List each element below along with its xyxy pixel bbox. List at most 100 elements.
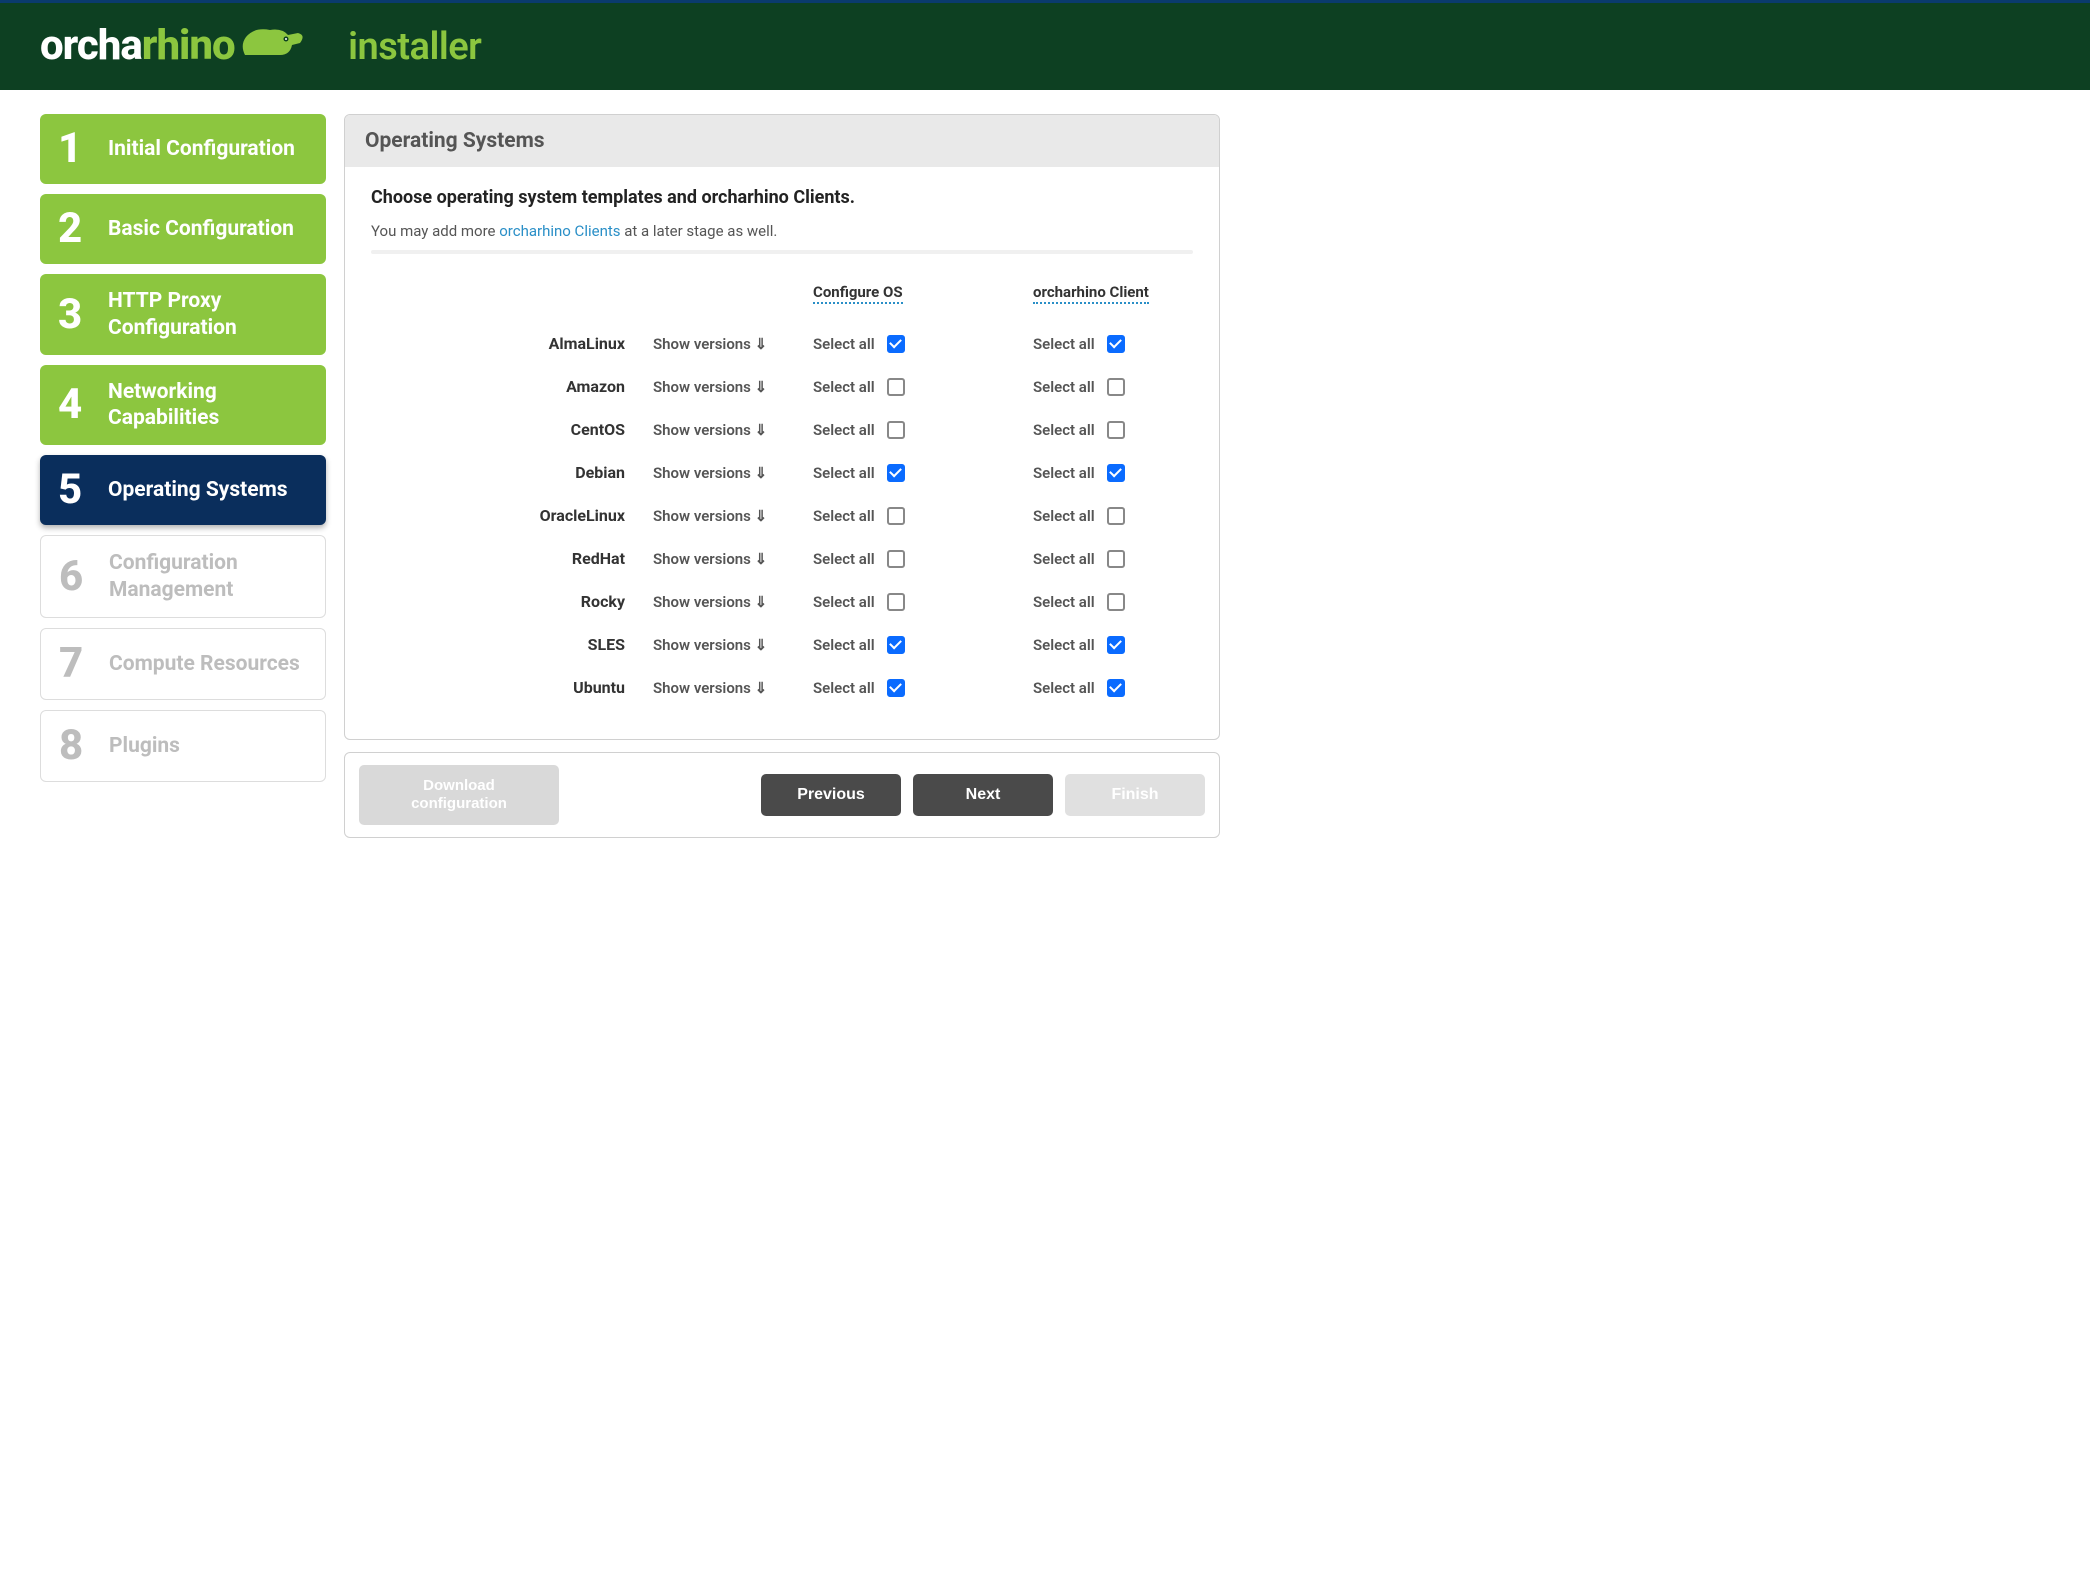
step-7: 7 Compute Resources — [40, 628, 326, 700]
main: Operating Systems Choose operating syste… — [344, 114, 1220, 838]
configure-os-checkbox[interactable] — [887, 550, 905, 568]
select-all-label: Select all — [813, 421, 875, 439]
select-all-label: Select all — [813, 507, 875, 525]
select-all-label: Select all — [813, 593, 875, 611]
configure-os-checkbox[interactable] — [887, 335, 905, 353]
subtext: You may add more orcharhino Clients at a… — [371, 222, 1193, 240]
previous-button[interactable]: Previous — [761, 774, 901, 816]
step-number: 7 — [59, 643, 95, 685]
orcharhino-client-cell: Select all — [1033, 679, 1193, 697]
show-versions-toggle[interactable]: Show versions ⇓ — [653, 335, 813, 353]
orcharhino-client-cell: Select all — [1033, 636, 1193, 654]
subtext-after: at a later stage as well. — [621, 222, 778, 240]
select-all-label: Select all — [1033, 507, 1095, 525]
select-all-label: Select all — [1033, 378, 1095, 396]
next-button[interactable]: Next — [913, 774, 1053, 816]
configure-os-cell: Select all — [813, 550, 1033, 568]
orcharhino-clients-link[interactable]: orcharhino Clients — [499, 222, 620, 240]
logo-part1: orcha — [40, 21, 142, 70]
configure-os-checkbox[interactable] — [887, 507, 905, 525]
step-label: Initial Configuration — [108, 136, 295, 162]
panel-body: Choose operating system templates and or… — [345, 167, 1219, 739]
step-label: HTTP Proxy Configuration — [108, 288, 308, 341]
os-row: OracleLinuxShow versions ⇓Select allSele… — [371, 494, 1193, 537]
os-name: Amazon — [371, 377, 653, 396]
orcharhino-client-cell: Select all — [1033, 378, 1193, 396]
configure-os-checkbox[interactable] — [887, 421, 905, 439]
orcharhino-client-checkbox[interactable] — [1107, 679, 1125, 697]
configure-os-checkbox[interactable] — [887, 679, 905, 697]
header: orcharhino installer — [0, 3, 2090, 90]
show-versions-toggle[interactable]: Show versions ⇓ — [653, 550, 813, 568]
finish-button: Finish — [1065, 774, 1205, 816]
step-label: Networking Capabilities — [108, 379, 308, 432]
show-versions-toggle[interactable]: Show versions ⇓ — [653, 464, 813, 482]
configure-os-cell: Select all — [813, 679, 1033, 697]
step-label: Basic Configuration — [108, 216, 294, 242]
step-number: 1 — [58, 128, 94, 170]
orcharhino-client-checkbox[interactable] — [1107, 507, 1125, 525]
orcharhino-client-checkbox[interactable] — [1107, 335, 1125, 353]
step-1[interactable]: 1 Initial Configuration — [40, 114, 326, 184]
configure-os-checkbox[interactable] — [887, 636, 905, 654]
orcharhino-client-cell: Select all — [1033, 507, 1193, 525]
orcharhino-client-checkbox[interactable] — [1107, 464, 1125, 482]
show-versions-toggle[interactable]: Show versions ⇓ — [653, 507, 813, 525]
os-header-row: Configure OS orcharhino Client — [371, 274, 1193, 312]
step-number: 3 — [58, 294, 94, 336]
logo-part2: rhino — [142, 21, 235, 70]
os-row: RedHatShow versions ⇓Select allSelect al… — [371, 537, 1193, 580]
step-8: 8Plugins — [40, 710, 326, 782]
download-line1: Download — [379, 777, 539, 795]
sidebar: 1 Initial Configuration 2Basic Configurati… — [40, 114, 326, 838]
configure-os-checkbox[interactable] — [887, 593, 905, 611]
os-name: CentOS — [371, 420, 653, 439]
orcharhino-client-cell: Select all — [1033, 335, 1193, 353]
step-label: Configuration Management — [109, 550, 307, 603]
show-versions-toggle[interactable]: Show versions ⇓ — [653, 378, 813, 396]
os-row: AmazonShow versions ⇓Select allSelect al… — [371, 365, 1193, 408]
step-label: Compute Resources — [109, 651, 300, 677]
select-all-label: Select all — [1033, 593, 1095, 611]
step-3[interactable]: 3 HTTP Proxy Configuration — [40, 274, 326, 355]
orcharhino-client-checkbox[interactable] — [1107, 378, 1125, 396]
configure-os-checkbox[interactable] — [887, 378, 905, 396]
step-2[interactable]: 2Basic Configuration — [40, 194, 326, 264]
main-panel: Operating Systems Choose operating syste… — [344, 114, 1220, 740]
col-configure-os[interactable]: Configure OS — [813, 283, 903, 304]
show-versions-toggle[interactable]: Show versions ⇓ — [653, 636, 813, 654]
step-number: 6 — [59, 556, 95, 598]
orcharhino-client-checkbox[interactable] — [1107, 636, 1125, 654]
os-name: Debian — [371, 463, 653, 482]
panel-title: Operating Systems — [345, 115, 1219, 167]
installer-label: installer — [348, 25, 481, 69]
orcharhino-client-cell: Select all — [1033, 421, 1193, 439]
configure-os-checkbox[interactable] — [887, 464, 905, 482]
show-versions-toggle[interactable]: Show versions ⇓ — [653, 679, 813, 697]
configure-os-cell: Select all — [813, 335, 1033, 353]
container: 1 Initial Configuration 2Basic Configurati… — [0, 90, 1260, 862]
step-5[interactable]: 5 Operating Systems — [40, 455, 326, 525]
show-versions-toggle[interactable]: Show versions ⇓ — [653, 593, 813, 611]
orcharhino-client-checkbox[interactable] — [1107, 550, 1125, 568]
show-versions-toggle[interactable]: Show versions ⇓ — [653, 421, 813, 439]
col-orcharhino-client[interactable]: orcharhino Client — [1033, 283, 1149, 304]
step-number: 5 — [58, 469, 94, 511]
os-row: SLESShow versions ⇓Select allSelect all — [371, 623, 1193, 666]
orcharhino-client-cell: Select all — [1033, 593, 1193, 611]
step-4[interactable]: 4Networking Capabilities — [40, 365, 326, 446]
os-name: RedHat — [371, 549, 653, 568]
configure-os-cell: Select all — [813, 507, 1033, 525]
select-all-label: Select all — [1033, 464, 1095, 482]
instruction-text: Choose operating system templates and or… — [371, 187, 1193, 208]
orcharhino-client-checkbox[interactable] — [1107, 593, 1125, 611]
os-name: AlmaLinux — [371, 334, 653, 353]
download-line2: configuration — [379, 795, 539, 813]
select-all-label: Select all — [1033, 335, 1095, 353]
step-label: Operating Systems — [108, 477, 288, 503]
step-label: Plugins — [109, 733, 180, 759]
orcharhino-client-checkbox[interactable] — [1107, 421, 1125, 439]
select-all-label: Select all — [1033, 550, 1095, 568]
select-all-label: Select all — [1033, 636, 1095, 654]
rhino-icon — [240, 23, 308, 72]
